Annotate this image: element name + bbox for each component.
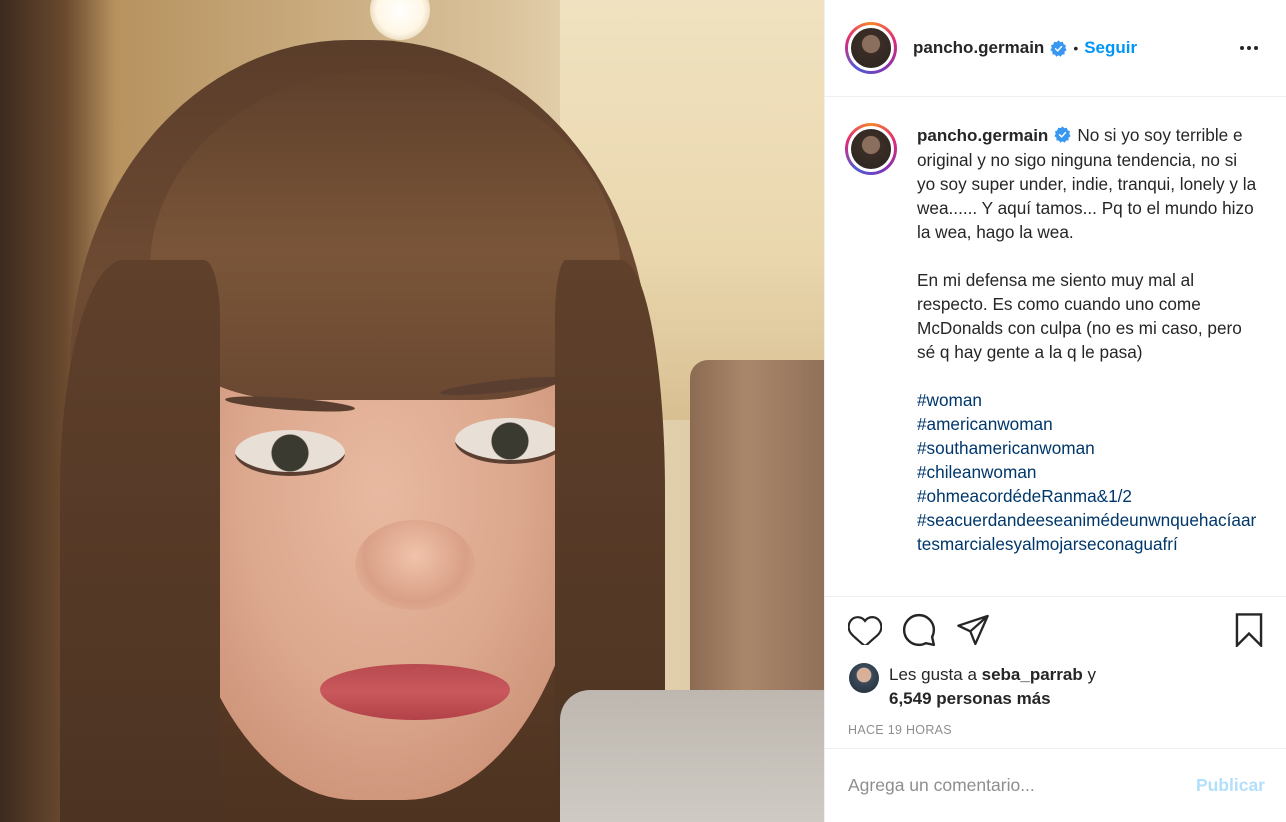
hashtag-link[interactable]: #chileanwoman (917, 460, 1257, 484)
caption-paragraph-2: En mi defensa me siento muy mal al respe… (917, 270, 1247, 362)
hashtag-list: #woman #americanwoman #southamericanwoma… (917, 388, 1257, 556)
hashtag-link[interactable]: #woman (917, 388, 1257, 412)
caption-comment: pancho.germain No si yo soy terrible e or… (845, 123, 1268, 556)
liker-username[interactable]: seba_parrab (982, 665, 1083, 684)
bookmark-icon[interactable] (1231, 612, 1267, 648)
header-separator: • (1073, 40, 1079, 56)
hashtag-link[interactable]: #americanwoman (917, 412, 1257, 436)
photo-right-eye (455, 418, 565, 464)
post-timestamp[interactable]: HACE 19 HORAS (825, 711, 1286, 737)
share-icon[interactable] (955, 612, 991, 648)
post-header: pancho.germain • Seguir (825, 0, 1286, 97)
likes-summary: Les gusta a seba_parrab y 6,549 personas… (825, 663, 1286, 711)
photo-nose (355, 520, 475, 610)
likes-prefix: Les gusta a (889, 665, 977, 684)
heart-icon[interactable] (847, 612, 883, 648)
author-avatar[interactable] (845, 22, 897, 74)
author-username[interactable]: pancho.germain (913, 38, 1044, 58)
verified-badge-icon (1050, 39, 1067, 57)
photo-left-eye (235, 430, 345, 476)
hashtag-link[interactable]: #ohmeacordédeRanma&1/2 (917, 484, 1257, 508)
caption-text: pancho.germain No si yo soy terrible e or… (917, 123, 1257, 556)
photo-lamp-light (370, 0, 430, 40)
post-details-panel: pancho.germain • Seguir pancho.germain No… (824, 0, 1286, 822)
likes-conjunction: y (1087, 665, 1097, 684)
caption-verified-badge-icon (1054, 126, 1071, 143)
comment-input[interactable] (848, 775, 1196, 796)
post-photo[interactable] (0, 0, 824, 822)
add-comment-bar: Publicar (825, 748, 1286, 822)
follow-button[interactable]: Seguir (1084, 38, 1137, 58)
caption-author-avatar-image (848, 126, 894, 172)
hashtag-link[interactable]: #southamericanwoman (917, 436, 1257, 460)
caption-author-username[interactable]: pancho.germain (917, 126, 1048, 145)
hashtag-link[interactable]: #seacuerdandeeseaniméde​unwnquehacíaarte… (917, 508, 1257, 556)
comment-icon[interactable] (901, 612, 937, 648)
more-options-icon[interactable] (1234, 40, 1264, 56)
caption-section: pancho.germain No si yo soy terrible e or… (825, 97, 1286, 596)
likes-count[interactable]: 6,549 personas más (889, 689, 1051, 708)
action-icons-row (825, 597, 1286, 663)
photo-shirt (560, 690, 824, 822)
author-avatar-image (848, 25, 894, 71)
publish-button[interactable]: Publicar (1196, 775, 1265, 796)
caption-author-avatar[interactable] (845, 123, 897, 175)
post-actions-section: Les gusta a seba_parrab y 6,549 personas… (825, 596, 1286, 737)
liker-avatar[interactable] (849, 663, 879, 693)
likes-text: Les gusta a seba_parrab y 6,549 personas… (889, 663, 1096, 711)
photo-hair-left (60, 260, 220, 822)
